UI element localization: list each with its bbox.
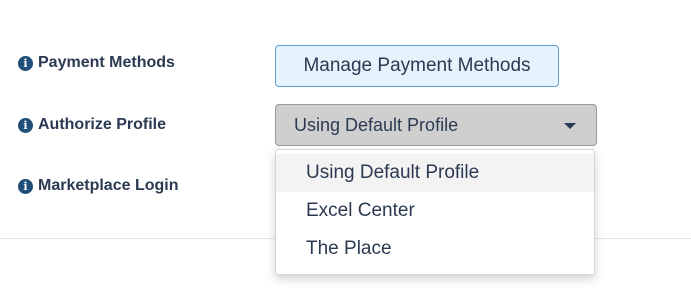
authorize-profile-dropdown-menu: Using Default Profile Excel Center The P… [275, 149, 595, 275]
authorize-profile-selected-value: Using Default Profile [294, 114, 459, 135]
authorize-profile-label: Authorize Profile [38, 116, 167, 133]
caret-down-icon [564, 123, 576, 129]
info-icon[interactable]: i [18, 178, 33, 194]
info-icon[interactable]: i [18, 117, 33, 133]
authorize-profile-select[interactable]: Using Default Profile [275, 104, 597, 146]
manage-payment-methods-button[interactable]: Manage Payment Methods [275, 45, 559, 87]
dropdown-option-default-profile[interactable]: Using Default Profile [276, 154, 594, 192]
marketplace-login-row: i Marketplace Login [18, 175, 178, 197]
authorize-profile-row: i Authorize Profile [18, 114, 166, 136]
marketplace-login-label: Marketplace Login [38, 177, 179, 194]
dropdown-option-the-place[interactable]: The Place [276, 230, 594, 268]
payment-methods-label: Payment Methods [38, 54, 175, 71]
payment-methods-row: i Payment Methods [18, 52, 175, 74]
dropdown-option-excel-center[interactable]: Excel Center [276, 192, 594, 230]
settings-form: i Payment Methods Manage Payment Methods… [0, 0, 691, 307]
info-icon[interactable]: i [18, 55, 33, 71]
